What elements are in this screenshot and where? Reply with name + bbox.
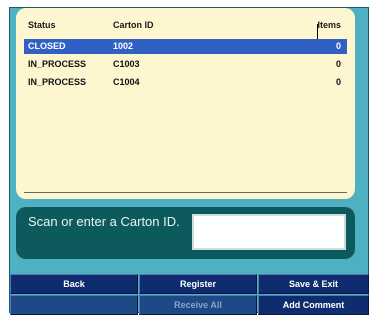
carton-id-input[interactable]: [192, 214, 346, 250]
row-status: CLOSED: [28, 41, 66, 51]
status-column-header: Status: [28, 20, 56, 30]
row-carton-id: C1003: [113, 59, 140, 69]
carton-id-column-header: Carton ID: [113, 20, 154, 30]
row-status: IN_PROCESS: [28, 59, 87, 69]
row-items: 0: [335, 59, 341, 69]
carton-row[interactable]: CLOSED 1002 0: [24, 39, 347, 54]
save-exit-button[interactable]: Save & Exit: [258, 274, 369, 294]
carton-list-header: Status Carton ID Items: [24, 20, 347, 34]
receive-all-button[interactable]: Receive All: [139, 295, 257, 315]
add-comment-button[interactable]: Add Comment: [258, 295, 369, 315]
carton-row[interactable]: IN_PROCESS C1004 0: [24, 75, 347, 90]
row-items: 0: [335, 77, 341, 87]
scan-panel: Scan or enter a Carton ID.: [16, 207, 355, 259]
back-button[interactable]: Back: [10, 274, 138, 294]
row-carton-id: C1004: [113, 77, 140, 87]
row-items: 0: [335, 41, 341, 51]
row-status: IN_PROCESS: [28, 77, 87, 87]
carton-list: Status Carton ID Items CLOSED 1002 0 IN_…: [16, 8, 355, 199]
items-column-header: Items: [317, 20, 341, 30]
scan-prompt: Scan or enter a Carton ID.: [28, 214, 180, 229]
row-carton-id: 1002: [113, 41, 134, 51]
empty-button-slot: [10, 295, 138, 315]
list-divider: [24, 192, 347, 193]
register-button[interactable]: Register: [139, 274, 257, 294]
carton-row[interactable]: IN_PROCESS C1003 0: [24, 57, 347, 72]
text-cursor: [317, 24, 318, 39]
